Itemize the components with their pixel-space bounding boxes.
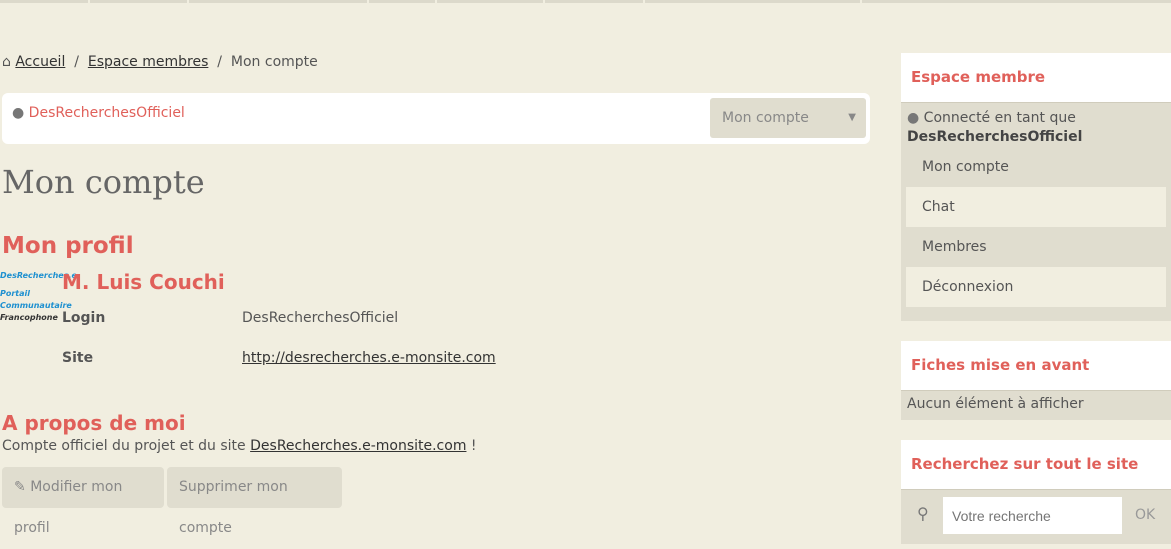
member-panel-title: Espace membre — [901, 53, 1171, 103]
sidebar-item-chat[interactable]: Chat — [906, 187, 1166, 227]
featured-empty: Aucun élément à afficher — [907, 396, 1084, 412]
caret-down-icon: ▼ — [848, 112, 856, 123]
username-link[interactable]: DesRecherchesOfficiel — [29, 105, 185, 121]
site-link[interactable]: http://desrecherches.e-monsite.com — [242, 350, 496, 366]
featured-title: Fiches mise en avant — [901, 341, 1171, 391]
site-label: Site — [62, 350, 94, 366]
login-value: DesRecherchesOfficiel — [242, 310, 399, 326]
about-heading: A propos de moi — [2, 411, 186, 435]
sidebar-item-logout[interactable]: Déconnexion — [906, 267, 1166, 307]
nav-item[interactable] — [862, 0, 1171, 3]
page-title: Mon compte — [2, 163, 205, 201]
member-panel: Espace membre ● Connecté en tant que Des… — [901, 53, 1171, 321]
top-nav — [0, 0, 1171, 3]
edit-profile-button[interactable]: ✎ Modifier mon profil — [2, 467, 164, 536]
nav-item[interactable] — [90, 0, 187, 3]
nav-item[interactable] — [369, 0, 435, 3]
breadcrumb-current: Mon compte — [230, 54, 318, 70]
user-bar: ● DesRecherchesOfficiel Mon compte ▼ — [2, 93, 870, 144]
nav-item[interactable] — [545, 0, 643, 3]
login-label: Login — [62, 310, 106, 326]
nav-item[interactable] — [0, 0, 88, 3]
profile-name: M. Luis Couchi — [62, 270, 225, 294]
connected-user: DesRecherchesOfficiel — [907, 129, 1083, 145]
sidebar-item-members[interactable]: Membres — [906, 227, 1166, 267]
connected-label: Connecté en tant que — [923, 110, 1076, 126]
featured-panel: Fiches mise en avant Aucun élément à aff… — [901, 341, 1171, 420]
user-icon: ● — [907, 110, 920, 126]
sidebar-item-account[interactable]: Mon compte — [906, 147, 1166, 187]
breadcrumb: ⌂ Accueil / Espace membres / Mon compte — [2, 54, 318, 70]
about-text: Compte officiel du projet et du site Des… — [2, 438, 477, 454]
nav-item[interactable] — [437, 0, 543, 3]
nav-item[interactable] — [645, 0, 860, 3]
about-link[interactable]: DesRecherches.e-monsite.com — [250, 438, 466, 454]
search-title: Recherchez sur tout le site — [901, 440, 1171, 490]
profile-heading: Mon profil — [2, 233, 134, 259]
search-input[interactable] — [943, 497, 1122, 534]
breadcrumb-home[interactable]: Accueil — [15, 54, 65, 70]
user-icon: ● — [12, 105, 25, 121]
pencil-icon: ✎ — [14, 479, 26, 495]
avatar: DesRecherches.e Portail Communautaire Fr… — [0, 271, 77, 322]
search-panel: Recherchez sur tout le site ⚲ OK — [901, 440, 1171, 544]
delete-account-button[interactable]: Supprimer mon compte — [167, 467, 342, 536]
select-value: Mon compte — [722, 110, 809, 126]
search-icon: ⚲ — [917, 504, 929, 523]
breadcrumb-members[interactable]: Espace membres — [88, 54, 209, 70]
account-select[interactable]: Mon compte ▼ — [710, 98, 866, 138]
search-ok-button[interactable]: OK — [1135, 507, 1155, 523]
nav-item[interactable] — [189, 0, 367, 3]
home-icon: ⌂ — [2, 54, 11, 70]
